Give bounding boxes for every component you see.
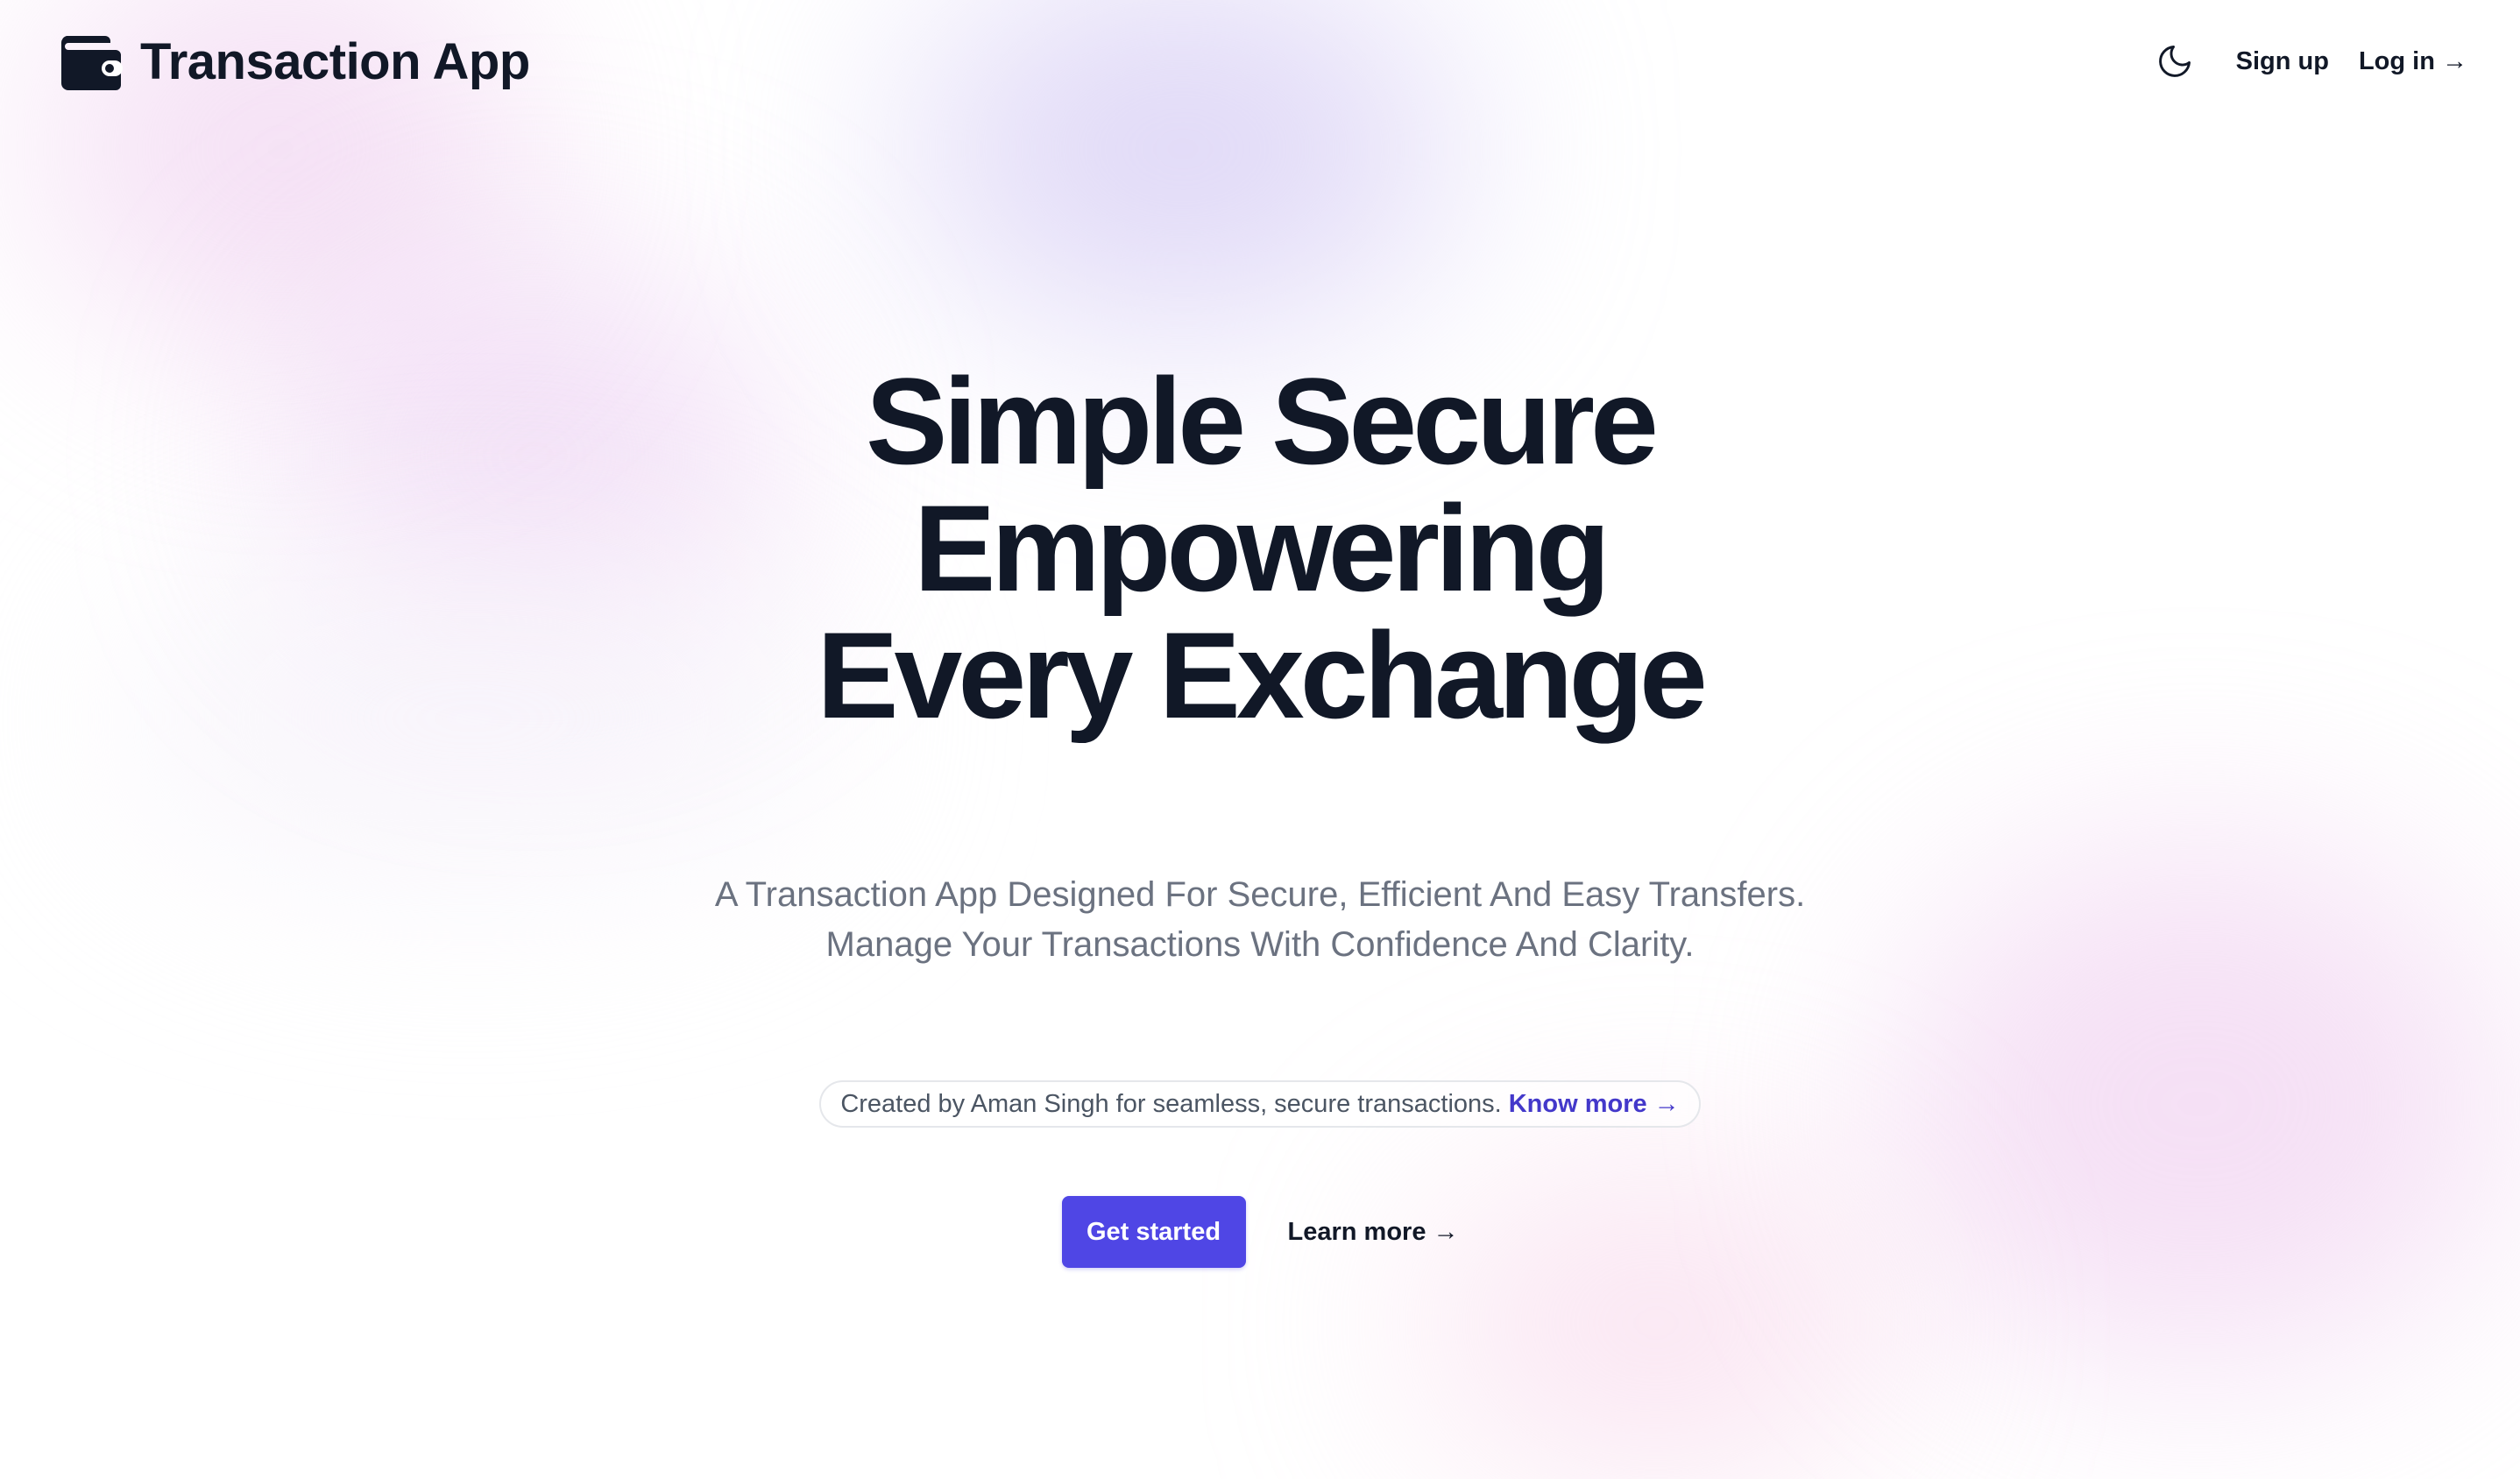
login-link[interactable]: Log in → <box>2359 47 2467 76</box>
hero-title-line: Simple Secure <box>866 352 1659 490</box>
hero-title: Simple Secure Empowering Every Exchange <box>817 352 1708 744</box>
top-nav: Sign up Log in → <box>2155 42 2467 81</box>
hero-subtitle-line: A Transaction App Designed For Secure, E… <box>714 875 1806 914</box>
wallet-icon <box>60 31 123 92</box>
top-navbar: Transaction App Sign up Log in → <box>0 0 2520 123</box>
hero-title-line: Empowering <box>913 479 1610 617</box>
moon-icon[interactable] <box>2155 42 2194 81</box>
get-started-button[interactable]: Get started <box>1061 1196 1246 1268</box>
credit-pill: Created by Aman Singh for seamless, secu… <box>819 1080 1701 1128</box>
credit-text: Created by Aman Singh for seamless, secu… <box>840 1089 1502 1118</box>
signup-link[interactable]: Sign up <box>2236 47 2329 76</box>
hero-subtitle: A Transaction App Designed For Secure, E… <box>715 870 1805 970</box>
cta-row: Get started Learn more → <box>1061 1196 1459 1268</box>
hero-title-line: Every Exchange <box>817 606 1708 744</box>
app-title: Transaction App <box>140 32 530 90</box>
hero-subtitle-line: Manage Your Transactions With Confidence… <box>825 925 1695 964</box>
know-more-link[interactable]: Know more → <box>1509 1090 1680 1119</box>
brand[interactable]: Transaction App <box>60 31 530 92</box>
hero-section: Simple Secure Empowering Every Exchange … <box>0 0 2520 1479</box>
learn-more-link[interactable]: Learn more → <box>1288 1218 1459 1247</box>
